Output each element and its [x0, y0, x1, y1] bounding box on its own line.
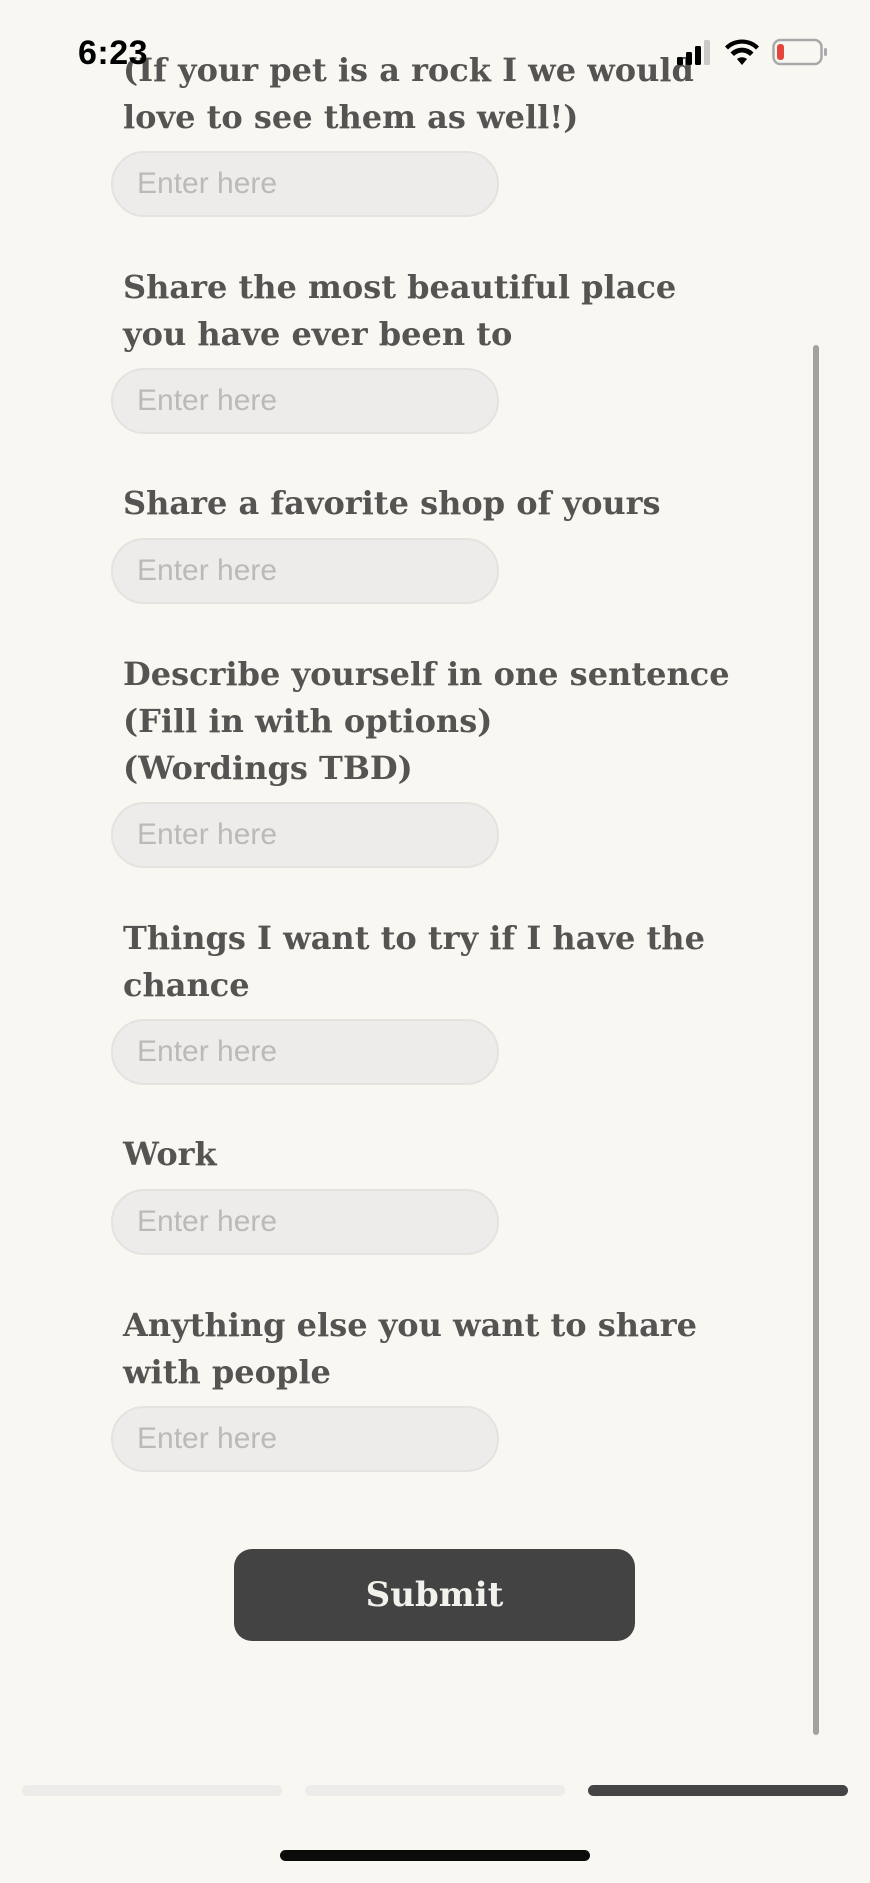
progress-step-1 [22, 1785, 282, 1796]
submit-button[interactable]: Submit [234, 1549, 635, 1641]
answer-input-describe-yourself[interactable] [111, 802, 499, 868]
question-label: Describe yourself in one sentence (Fill … [123, 655, 730, 787]
progress-step-2 [305, 1785, 565, 1796]
answer-input-things-to-try[interactable] [111, 1019, 499, 1085]
battery-low-icon [772, 38, 828, 70]
question-label: Anything else you want to share with peo… [123, 1306, 698, 1391]
home-indicator[interactable] [280, 1850, 590, 1861]
status-icons [676, 38, 828, 70]
question-label: Work [123, 1135, 217, 1173]
app-screen: 6:23 (If your pet is a rock I we would l… [0, 0, 870, 1883]
status-bar: 6:23 [0, 0, 870, 100]
answer-input-beautiful-place[interactable] [111, 368, 499, 434]
question-label: Share a favorite shop of yours [123, 484, 661, 522]
answer-input-pet-rock[interactable] [111, 151, 499, 217]
answer-input-anything-else[interactable] [111, 1406, 499, 1472]
scrollbar[interactable] [813, 345, 819, 1735]
progress-step-3 [588, 1785, 848, 1796]
question-label: Things I want to try if I have the chanc… [123, 919, 705, 1004]
cellular-signal-icon [676, 39, 712, 69]
wifi-icon [724, 38, 760, 70]
question-label: Share the most beautiful place you have … [123, 268, 677, 353]
answer-input-work[interactable] [111, 1189, 499, 1255]
profile-form: (If your pet is a rock I we would love t… [0, 0, 870, 1760]
answer-input-favorite-shop[interactable] [111, 538, 499, 604]
status-time: 6:23 [78, 34, 149, 72]
